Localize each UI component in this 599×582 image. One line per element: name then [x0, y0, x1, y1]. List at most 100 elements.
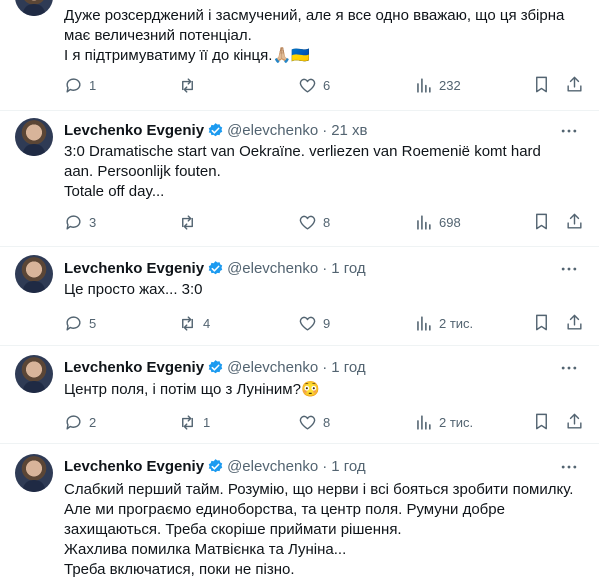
verified-badge-icon	[208, 458, 223, 472]
more-icon	[561, 366, 577, 370]
like-button[interactable]: 6	[298, 75, 330, 95]
tweet-text-line: Дуже розсерджений і засмучений, але я вс…	[64, 7, 565, 24]
views-icon	[417, 214, 431, 230]
retweet-button[interactable]: 4	[178, 313, 210, 333]
share-button[interactable]	[565, 313, 585, 333]
verified-badge-icon	[208, 359, 223, 373]
tweet[interactable]: Levchenko Evgeniy @elevchenko · 1 год Це…	[0, 346, 599, 444]
views-count: 698	[439, 214, 461, 230]
author-handle[interactable]: @elevchenko	[227, 260, 318, 277]
reply-icon	[66, 77, 81, 93]
separator-dot: ·	[322, 457, 328, 475]
tweet-time[interactable]: 1 год	[331, 359, 365, 376]
tweet-header: Levchenko Evgeniy @elevchenko · 21 хв	[64, 120, 368, 140]
tweet-header: Levchenko Evgeniy @elevchenko · 1 год	[64, 357, 366, 377]
retweet-icon	[182, 414, 193, 430]
bookmark-button[interactable]	[532, 75, 552, 95]
like-count: 9	[323, 315, 331, 331]
author-name[interactable]: Levchenko Evgeniy	[64, 260, 204, 277]
reply-count: 3	[89, 214, 97, 230]
like-button[interactable]: 8	[298, 212, 330, 232]
tweet-text: Слабкий перший тайм. Розумію, що нерви і…	[64, 480, 584, 580]
reply-button[interactable]: 5	[64, 313, 96, 333]
share-icon	[567, 213, 582, 229]
retweet-icon	[182, 214, 193, 230]
author-name[interactable]: Levchenko Evgeniy	[64, 458, 204, 475]
views-button[interactable]: 2 тис.	[414, 412, 473, 432]
bookmark-icon	[536, 314, 547, 331]
share-button[interactable]	[565, 75, 585, 95]
more-options-button[interactable]	[559, 457, 579, 477]
tweet[interactable]: Levchenko Evgeniy @elevchenko · 1 год Це…	[0, 247, 599, 346]
views-button[interactable]: 2 тис.	[414, 313, 473, 333]
retweet-button[interactable]	[178, 212, 203, 232]
retweet-icon	[182, 77, 193, 93]
tweet[interactable]: Levchenko Evgeniy @elevchenko · 1 год Сл…	[0, 444, 599, 582]
tweet-text-line: Центр поля, і потім що з Луніним?😳	[64, 381, 320, 398]
verified-badge-icon	[208, 260, 223, 274]
author-name[interactable]: Levchenko Evgeniy	[64, 359, 204, 376]
author-handle[interactable]: @elevchenko	[227, 359, 318, 376]
tweet-text-line: Слабкий перший тайм. Розумію, що нерви і…	[64, 481, 574, 498]
tweet-text-line: має величезний потенціал.	[64, 27, 252, 44]
reply-button[interactable]: 1	[64, 75, 96, 95]
tweet-text: Це просто жах... 3:0	[64, 280, 584, 300]
avatar[interactable]	[15, 118, 53, 156]
share-button[interactable]	[565, 212, 585, 232]
like-count: 8	[323, 214, 331, 230]
tweet-actions: 1 6 232	[0, 75, 599, 95]
tweet-text-line: aan. Persoonlijk fouten.	[64, 163, 221, 180]
retweet-button[interactable]	[178, 75, 203, 95]
separator-dot: ·	[322, 259, 328, 277]
reply-button[interactable]: 3	[64, 212, 96, 232]
reply-count: 2	[89, 414, 97, 430]
more-icon	[561, 267, 577, 271]
like-button[interactable]: 8	[298, 412, 330, 432]
retweet-count: 4	[203, 315, 211, 331]
reply-count: 1	[89, 77, 97, 93]
separator-dot: ·	[322, 358, 328, 376]
views-button[interactable]: 698	[414, 212, 461, 232]
more-options-button[interactable]	[559, 121, 579, 141]
avatar[interactable]	[15, 255, 53, 293]
more-options-button[interactable]	[559, 358, 579, 378]
views-button[interactable]: 232	[414, 75, 461, 95]
more-icon	[561, 129, 577, 133]
tweet-time[interactable]: 1 год	[331, 260, 365, 277]
author-name[interactable]: Levchenko Evgeniy	[64, 122, 204, 139]
reply-button[interactable]: 2	[64, 412, 96, 432]
bookmark-icon	[536, 413, 547, 430]
avatar[interactable]	[15, 355, 53, 393]
bookmark-button[interactable]	[532, 212, 552, 232]
retweet-icon	[182, 315, 193, 331]
more-options-button[interactable]	[559, 259, 579, 279]
tweet-text-line: Жахлива помилка Матвієнка та Луніна...	[64, 541, 347, 558]
tweet-time[interactable]: 21 хв	[331, 122, 367, 139]
tweet-text-line: 3:0 Dramatische start van Oekraïne. verl…	[64, 143, 541, 160]
tweet[interactable]: Дуже розсерджений і засмучений, але я вс…	[0, 0, 599, 111]
bookmark-button[interactable]	[532, 412, 552, 432]
bookmark-button[interactable]	[532, 313, 552, 333]
tweet-text-line: Але ми програємо единоборства, та центр …	[64, 501, 505, 518]
author-handle[interactable]: @elevchenko	[227, 122, 318, 139]
views-count: 2 тис.	[439, 414, 474, 430]
bookmark-icon	[536, 213, 547, 230]
share-icon	[567, 314, 582, 330]
retweet-button[interactable]: 1	[178, 412, 210, 432]
views-count: 232	[439, 77, 461, 93]
tweet-actions: 5 4 9 2 тис.	[0, 313, 599, 333]
like-button[interactable]: 9	[298, 313, 330, 333]
reply-icon	[66, 414, 81, 430]
author-handle[interactable]: @elevchenko	[227, 458, 318, 475]
tweet-header: Levchenko Evgeniy @elevchenko · 1 год	[64, 258, 366, 278]
separator-dot: ·	[322, 121, 328, 139]
tweet[interactable]: Levchenko Evgeniy @elevchenko · 21 хв 3:…	[0, 111, 599, 247]
avatar[interactable]	[15, 454, 53, 492]
tweet-time[interactable]: 1 год	[331, 458, 365, 475]
bookmark-icon	[536, 76, 547, 93]
avatar[interactable]	[15, 0, 53, 16]
reply-icon	[66, 214, 81, 230]
tweet-text: Центр поля, і потім що з Луніним?😳	[64, 380, 584, 400]
tweet-text: 3:0 Dramatische start van Oekraïne. verl…	[64, 142, 584, 202]
share-button[interactable]	[565, 412, 585, 432]
